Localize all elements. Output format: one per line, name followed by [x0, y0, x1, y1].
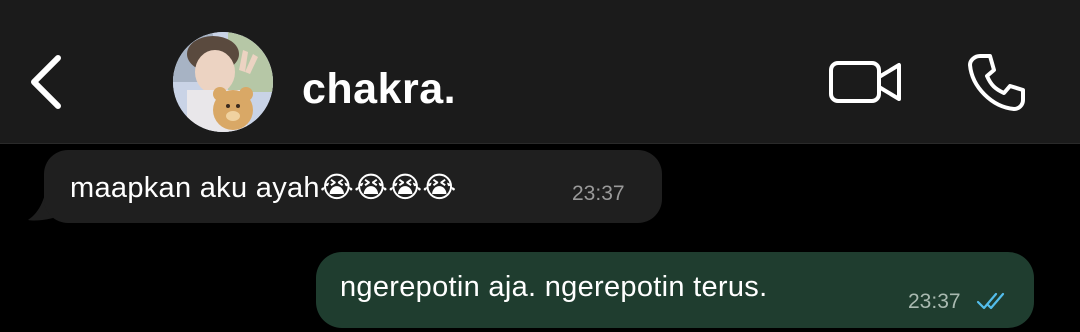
double-check-icon: [976, 292, 1005, 310]
crying-face-emoji: 😭😭😭😭: [319, 170, 457, 204]
back-button[interactable]: [18, 48, 74, 116]
voice-call-button[interactable]: [962, 48, 1030, 116]
video-camera-icon: [829, 61, 901, 103]
message-body: maapkan aku ayah: [70, 172, 320, 204]
message-text: maapkan aku ayah😭😭😭😭: [70, 170, 457, 205]
video-call-button[interactable]: [826, 52, 906, 112]
message-time: 23:37: [908, 290, 961, 313]
chat-header: chakra.: [0, 0, 1080, 144]
contact-name[interactable]: chakra.: [302, 64, 456, 114]
avatar[interactable]: [173, 32, 273, 132]
message-time: 23:37: [572, 182, 625, 205]
chat-screen: chakra. maapkan aku ayah😭😭😭😭 23:37 ngere…: [0, 0, 1080, 332]
phone-icon: [968, 54, 1025, 111]
avatar-photo: [173, 32, 273, 132]
incoming-message[interactable]: maapkan aku ayah😭😭😭😭 23:37: [44, 150, 662, 223]
message-text: ngerepotin aja. ngerepotin terus.: [340, 271, 768, 303]
outgoing-message[interactable]: ngerepotin aja. ngerepotin terus. 23:37: [316, 252, 1034, 328]
chevron-left-icon: [31, 55, 61, 109]
